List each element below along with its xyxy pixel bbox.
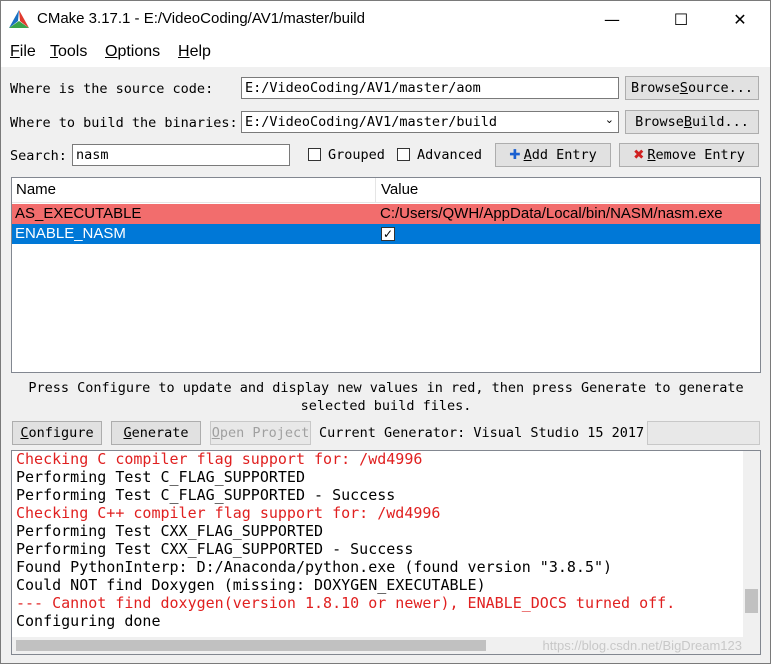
maximize-button[interactable]: ☐ bbox=[658, 1, 704, 37]
cmake-logo-icon bbox=[9, 10, 29, 28]
menu-file[interactable]: File bbox=[10, 43, 36, 61]
advanced-checkbox[interactable] bbox=[397, 148, 410, 161]
log-line: Performing Test C_FLAG_SUPPORTED bbox=[16, 468, 305, 486]
search-label: Search: bbox=[10, 148, 67, 164]
build-label: Where to build the binaries: bbox=[10, 115, 238, 131]
cmake-window: CMake 3.17.1 - E:/VideoCoding/AV1/master… bbox=[0, 0, 771, 664]
enable-nasm-checkbox[interactable]: ✓ bbox=[381, 227, 395, 241]
window-title: CMake 3.17.1 - E:/VideoCoding/AV1/master… bbox=[37, 10, 365, 27]
row-value[interactable]: C:/Users/QWH/AppData/Local/bin/NASM/nasm… bbox=[380, 205, 758, 222]
build-path-value: E:/VideoCoding/AV1/master/build bbox=[245, 114, 497, 130]
configure-button[interactable]: Configure bbox=[12, 421, 102, 445]
close-button[interactable]: ✕ bbox=[717, 1, 763, 37]
remove-entry-button[interactable]: ✖ Remove Entry bbox=[619, 143, 759, 167]
column-name-header[interactable]: Name bbox=[16, 181, 56, 198]
log-line: Performing Test CXX_FLAG_SUPPORTED - Suc… bbox=[16, 540, 414, 558]
table-header: Name Value bbox=[12, 178, 760, 203]
plus-icon: ✚ bbox=[509, 147, 521, 163]
remove-x-icon: ✖ bbox=[633, 147, 645, 163]
log-vertical-scrollbar[interactable] bbox=[743, 451, 760, 637]
log-line: Configuring done bbox=[16, 612, 161, 630]
add-entry-button[interactable]: ✚ Add Entry bbox=[495, 143, 611, 167]
column-divider[interactable] bbox=[375, 178, 376, 202]
browse-build-button[interactable]: Browse Build... bbox=[625, 110, 759, 134]
cache-entries-table[interactable]: Name Value AS_EXECUTABLE C:/Users/QWH/Ap… bbox=[11, 177, 761, 373]
log-line: Checking C++ compiler flag support for: … bbox=[16, 504, 441, 522]
browse-source-button[interactable]: Browse Source... bbox=[625, 76, 759, 100]
scroll-corner bbox=[743, 637, 760, 654]
menu-bar: File Tools Options Help bbox=[1, 37, 770, 67]
generate-button[interactable]: Generate bbox=[111, 421, 201, 445]
open-project-button[interactable]: Open Project bbox=[210, 421, 311, 445]
log-line: Performing Test CXX_FLAG_SUPPORTED bbox=[16, 522, 324, 540]
minimize-button[interactable]: — bbox=[589, 1, 635, 37]
table-row[interactable]: AS_EXECUTABLE C:/Users/QWH/AppData/Local… bbox=[12, 204, 760, 224]
current-generator-label: Current Generator: Visual Studio 15 2017 bbox=[319, 425, 645, 441]
grouped-checkbox[interactable] bbox=[308, 148, 321, 161]
menu-help[interactable]: Help bbox=[178, 43, 211, 61]
scroll-thumb[interactable] bbox=[745, 589, 758, 613]
search-input[interactable]: nasm bbox=[72, 144, 290, 166]
log-line: --- Cannot find doxygen(version 1.8.10 o… bbox=[16, 594, 676, 612]
log-line: Checking C compiler flag support for: /w… bbox=[16, 450, 423, 468]
title-bar: CMake 3.17.1 - E:/VideoCoding/AV1/master… bbox=[1, 1, 770, 37]
scroll-thumb[interactable] bbox=[16, 640, 486, 651]
source-path-input[interactable]: E:/VideoCoding/AV1/master/aom bbox=[241, 77, 619, 99]
chevron-down-icon: ⌄ bbox=[604, 113, 614, 126]
source-label: Where is the source code: bbox=[10, 81, 214, 97]
advanced-label: Advanced bbox=[417, 147, 483, 163]
menu-tools[interactable]: Tools bbox=[50, 43, 87, 61]
log-line: Performing Test C_FLAG_SUPPORTED - Succe… bbox=[16, 486, 396, 504]
output-log[interactable]: Checking C compiler flag support for: /w… bbox=[11, 450, 761, 655]
table-row[interactable]: ENABLE_NASM ✓ bbox=[12, 224, 760, 244]
menu-options[interactable]: Options bbox=[105, 43, 160, 61]
generator-extra-box bbox=[647, 421, 760, 445]
column-value-header[interactable]: Value bbox=[381, 181, 418, 198]
log-line: Found PythonInterp: D:/Anaconda/python.e… bbox=[16, 558, 613, 576]
row-name: ENABLE_NASM bbox=[15, 225, 126, 242]
grouped-label: Grouped bbox=[328, 147, 385, 163]
log-line: Could NOT find Doxygen (missing: DOXYGEN… bbox=[16, 576, 486, 594]
watermark: https://blog.csdn.net/BigDream123 bbox=[542, 638, 742, 653]
build-path-combobox[interactable]: E:/VideoCoding/AV1/master/build ⌄ bbox=[241, 111, 619, 133]
row-name: AS_EXECUTABLE bbox=[15, 205, 142, 222]
instructions-text: Press Configure to update and display ne… bbox=[28, 380, 744, 414]
